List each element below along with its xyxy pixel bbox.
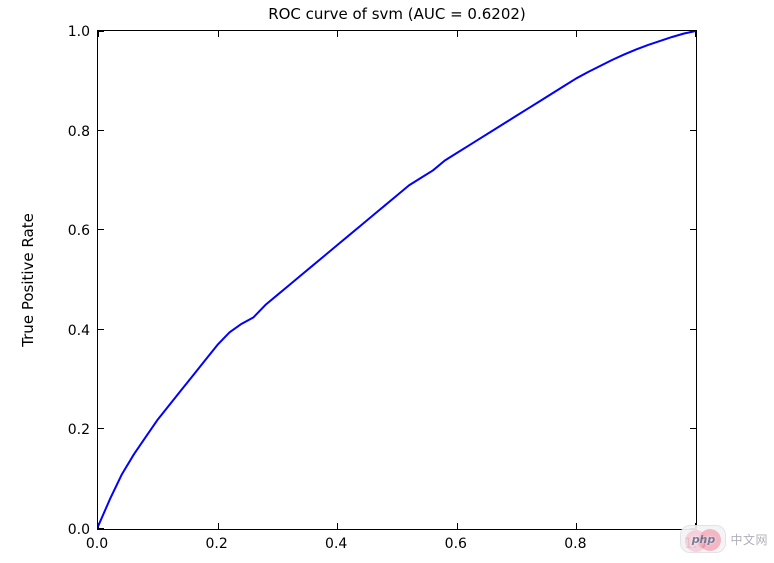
watermark: php 中文网: [680, 525, 768, 553]
xtick-label: 0.8: [564, 536, 586, 552]
watermark-php-text: php: [692, 533, 716, 546]
xtick-label: 0.6: [445, 536, 467, 552]
chart-stage: ROC curve of svm (AUC = 0.6202) True Pos…: [0, 0, 774, 563]
xtick-label: 0.4: [325, 536, 347, 552]
watermark-tail-text: 中文网: [730, 531, 768, 548]
y-axis-label-wrapper: True Positive Rate: [18, 30, 38, 530]
ytick-label: 0.8: [60, 124, 90, 140]
roc-svg: [98, 31, 696, 529]
ytick-label: 0.4: [60, 323, 90, 339]
xtick-label: 0.2: [205, 536, 227, 552]
xtick-label: 0.0: [86, 536, 108, 552]
chart-title: ROC curve of svm (AUC = 0.6202): [97, 5, 697, 23]
y-axis-label: True Positive Rate: [19, 213, 37, 347]
ytick-label: 0.6: [60, 223, 90, 239]
ytick-label: 0.2: [60, 422, 90, 438]
roc-curve: [98, 31, 696, 527]
watermark-badge: php: [680, 525, 726, 553]
plot-area: [97, 30, 697, 530]
ytick-label: 1.0: [60, 24, 90, 40]
ytick-label: 0.0: [60, 522, 90, 538]
